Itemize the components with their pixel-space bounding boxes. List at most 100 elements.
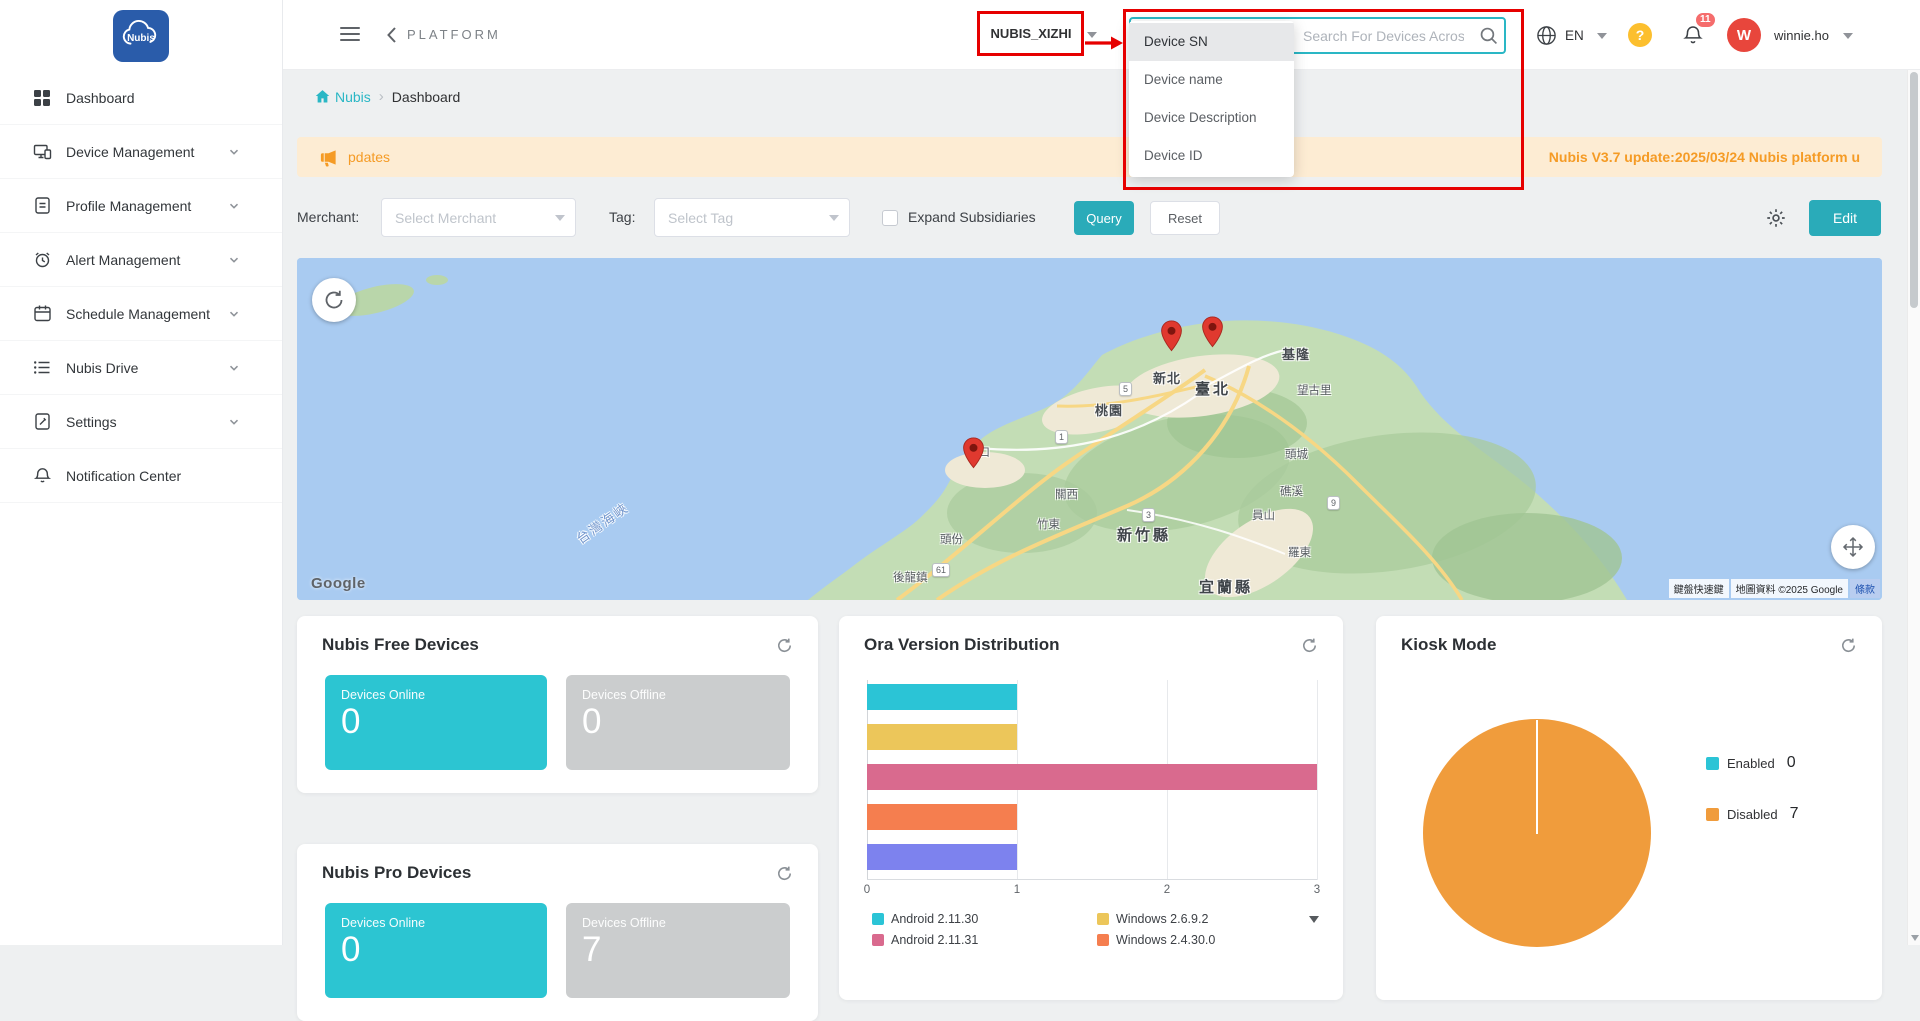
nubis-drive-icon (33, 358, 53, 377)
x-tick-label: 1 (1013, 884, 1021, 896)
sidebar-item-device-management[interactable]: Device Management (0, 125, 282, 179)
merchant-select[interactable]: Select Merchant (381, 198, 576, 237)
sidebar-item-nubis-drive[interactable]: Nubis Drive (0, 341, 282, 395)
dropdown-option-device-sn[interactable]: Device SN (1129, 23, 1294, 61)
map-label: 宜蘭縣 (1199, 579, 1254, 596)
globe-icon[interactable] (1536, 25, 1557, 46)
legend-item-android-2-11-30[interactable]: Android 2.11.30 (872, 912, 978, 926)
chevron-down-icon (228, 362, 240, 374)
legend-item-disabled[interactable]: Disabled 7 (1706, 805, 1799, 823)
chevron-down-icon (829, 215, 839, 221)
legend-swatch (872, 934, 884, 946)
bar-android-2-11-31 (867, 764, 1317, 790)
kiosk-pie-divider (1536, 720, 1538, 834)
map-label: 頭份 (940, 534, 963, 546)
map-pan-button[interactable] (1831, 525, 1875, 569)
legend-swatch (1097, 934, 1109, 946)
map-label: 頭城 (1285, 449, 1308, 461)
edit-button[interactable]: Edit (1809, 200, 1881, 236)
username[interactable]: winnie.ho (1774, 28, 1829, 43)
sidebar-item-settings[interactable]: Settings (0, 395, 282, 449)
route-shield: 61 (932, 563, 951, 577)
scroll-down-arrow-icon[interactable] (1911, 935, 1919, 941)
map-label: 新北 (1153, 371, 1182, 386)
dropdown-option-device-id[interactable]: Device ID (1129, 137, 1294, 175)
megaphone-icon (320, 149, 336, 167)
sidebar-item-alert-management[interactable]: Alert Management (0, 233, 282, 287)
keyboard-shortcuts-link[interactable]: 鍵盤快速鍵 (1668, 579, 1729, 598)
map-marker-icon[interactable] (1160, 320, 1183, 352)
tile-value: 0 (341, 930, 361, 969)
nubis-cloud-logo-icon: Nubis (122, 19, 157, 45)
alert-management-icon (33, 250, 53, 269)
legend-item-windows-2-6-9-2[interactable]: Windows 2.6.9.2 (1097, 912, 1208, 926)
map-data-text: 地圖資料 ©2025 Google (1730, 579, 1848, 598)
x-tick-label: 2 (1163, 884, 1171, 896)
bar-windows-2-4-30-0 (867, 804, 1017, 830)
legend-item-enabled[interactable]: Enabled 0 (1706, 754, 1799, 772)
sidebar: Nubis Dashboard Device Management Profile … (0, 0, 283, 945)
query-button[interactable]: Query (1074, 201, 1134, 235)
tile-label: Devices Online (341, 688, 426, 702)
terms-link[interactable]: 條款 (1850, 579, 1880, 598)
expand-subsidiaries-checkbox[interactable] (882, 210, 898, 226)
legend-scroll-icon[interactable] (1309, 916, 1319, 923)
map-label: 望古里 (1297, 385, 1332, 397)
refresh-icon[interactable] (1840, 637, 1857, 654)
dropdown-option-device-description[interactable]: Device Description (1129, 99, 1294, 137)
ora-bar-plot (867, 680, 1318, 880)
route-shield: 5 (1119, 382, 1133, 396)
chevron-down-icon (228, 200, 240, 212)
refresh-icon[interactable] (776, 637, 793, 654)
refresh-icon[interactable] (776, 865, 793, 882)
back-chevron-icon[interactable] (386, 26, 397, 44)
devices-online-tile: Devices Online 0 (325, 675, 547, 770)
route-shield: 9 (1327, 496, 1341, 510)
x-tick-label: 3 (1313, 884, 1321, 896)
map-refresh-button[interactable] (312, 278, 356, 322)
help-icon[interactable]: ? (1628, 23, 1652, 47)
map-marker-icon[interactable] (1201, 316, 1224, 348)
card-nubis-pro-devices: Nubis Pro Devices Devices Online 0 Devic… (297, 844, 818, 1021)
search-icon[interactable] (1479, 26, 1498, 45)
map-label: 羅東 (1288, 547, 1311, 559)
map-marker-icon[interactable] (962, 437, 985, 469)
sidebar-item-label: Alert Management (66, 251, 181, 268)
devices-offline-tile: Devices Offline 0 (566, 675, 790, 770)
legend-value: 7 (1789, 805, 1799, 822)
legend-swatch (872, 913, 884, 925)
banner-version-text: Nubis V3.7 update:2025/03/24 Nubis platf… (1548, 149, 1860, 165)
sidebar-item-dashboard[interactable]: Dashboard (0, 71, 282, 125)
breadcrumb-home-link[interactable]: Nubis (315, 89, 371, 105)
reset-button[interactable]: Reset (1150, 201, 1220, 235)
tile-label: Devices Offline (582, 688, 666, 702)
map-label: 關西 (1055, 489, 1078, 501)
tile-label: Devices Offline (582, 916, 666, 930)
language-selector[interactable]: EN (1565, 28, 1584, 43)
tile-value: 0 (341, 702, 361, 741)
legend-label: Disabled (1727, 806, 1778, 822)
dropdown-option-device-name[interactable]: Device name (1129, 61, 1294, 99)
merchant-selector[interactable]: NUBIS_XIZHI (980, 13, 1082, 55)
google-logo: Google (311, 575, 366, 592)
map-panel[interactable]: 基隆臺北新北望古里桃園湖口關西竹東新竹縣頭份後龍鎮頭城礁溪員山宜蘭縣羅東台灣海峽… (297, 258, 1882, 600)
app-logo[interactable]: Nubis (113, 9, 169, 62)
sidebar-item-label: Device Management (66, 143, 195, 160)
platform-label[interactable]: PLATFORM (407, 27, 501, 42)
sidebar-item-notification-center[interactable]: Notification Center (0, 449, 282, 503)
refresh-icon[interactable] (1301, 637, 1318, 654)
avatar[interactable]: W (1727, 18, 1761, 52)
profile-management-icon (33, 196, 53, 215)
scrollbar-thumb[interactable] (1910, 72, 1918, 308)
sidebar-item-label: Profile Management (66, 197, 192, 214)
legend-swatch (1706, 807, 1719, 821)
menu-toggle-button[interactable] (340, 27, 360, 41)
gridline (1317, 680, 1318, 880)
tag-select[interactable]: Select Tag (654, 198, 850, 237)
map-label: 桃園 (1095, 403, 1124, 418)
sidebar-item-profile-management[interactable]: Profile Management (0, 179, 282, 233)
sidebar-item-schedule-management[interactable]: Schedule Management (0, 287, 282, 341)
chevron-down-icon (228, 308, 240, 320)
gear-icon[interactable] (1765, 207, 1787, 229)
chevron-down-icon (228, 416, 240, 428)
